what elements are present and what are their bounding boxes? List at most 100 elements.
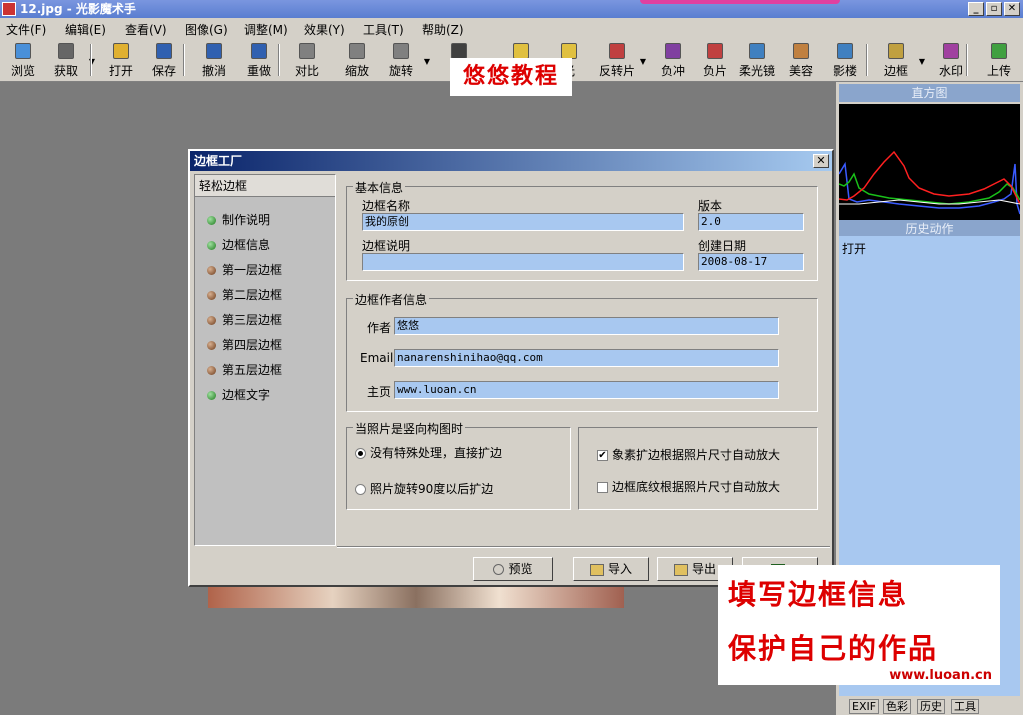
nav-item[interactable]: 边框文字	[207, 387, 270, 403]
nav-item-label: 第四层边框	[222, 338, 283, 352]
toolbar-button-13[interactable]: 负冲	[652, 41, 694, 79]
toolbar-label: 边框	[883, 64, 908, 78]
toolbar-button-14[interactable]: 负片	[694, 41, 736, 79]
toolbar-button-16[interactable]: 美容	[780, 41, 822, 79]
upload-icon	[991, 43, 1007, 59]
toolbar-button-8[interactable]: 旋转 ▼	[380, 41, 430, 79]
version-field[interactable]: 2.0	[698, 213, 804, 231]
nav-item[interactable]: 第四层边框	[207, 337, 282, 353]
nav-item[interactable]: 第三层边框	[207, 312, 282, 328]
toolbar-button-1[interactable]: 获取 ▼	[45, 41, 95, 79]
dialog-close-button[interactable]: ✕	[813, 154, 829, 168]
toolbar-button-12[interactable]: 反转片 ▼	[596, 41, 646, 79]
negative-icon	[665, 43, 681, 59]
import-button[interactable]: 导入	[573, 557, 649, 581]
tab-tools[interactable]: 工具	[951, 699, 979, 714]
author-field[interactable]: 悠悠	[394, 317, 779, 335]
nav-item[interactable]: 制作说明	[207, 212, 270, 228]
button-divider	[337, 546, 830, 548]
histogram-chart	[839, 104, 1020, 222]
nav-item[interactable]: 第二层边框	[207, 287, 282, 303]
histogram-blue	[839, 161, 1020, 215]
portrait-option-group: 当照片是竖向构图时 没有特殊处理，直接扩边 照片旋转90度以后扩边	[346, 420, 571, 510]
negative-film-icon	[707, 43, 723, 59]
dropdown-arrow-icon[interactable]: ▼	[919, 57, 925, 66]
bullet-icon	[207, 266, 216, 275]
create-date-field[interactable]: 2008-08-17	[698, 253, 804, 271]
check-pixel-scale[interactable]: ✔ 象素扩边根据照片尺寸自动放大	[597, 446, 780, 463]
maximize-button[interactable]: ▫	[986, 2, 1002, 16]
nav-item[interactable]: 边框信息	[207, 237, 270, 253]
studio-icon	[837, 43, 853, 59]
close-window-button[interactable]: ✕	[1004, 2, 1020, 16]
menu-image[interactable]: 图像(G)	[185, 21, 228, 38]
basic-info-label: 基本信息	[353, 179, 406, 196]
menu-adjust[interactable]: 调整(M)	[244, 21, 288, 38]
toolbar-button-7[interactable]: 缩放	[336, 41, 378, 79]
toolbar-label: 负片	[702, 64, 727, 78]
border-name-field[interactable]: 我的原创	[362, 213, 684, 231]
toolbar-separator	[183, 44, 185, 76]
nav-item[interactable]: 第五层边框	[207, 362, 282, 378]
nav-item-label: 第三层边框	[222, 313, 283, 327]
toolbar-label: 旋转	[388, 64, 413, 78]
toolbar-button-18[interactable]: 边框 ▼	[875, 41, 925, 79]
tab-exif[interactable]: EXIF	[849, 699, 880, 714]
check-texture-scale[interactable]: 边框底纹根据照片尺寸自动放大	[597, 478, 780, 495]
camera-icon	[58, 43, 74, 59]
toolbar-label: 打开	[108, 64, 133, 78]
crop-icon	[451, 43, 467, 59]
history-item[interactable]: 打开	[842, 240, 866, 257]
menu-edit[interactable]: 编辑(E)	[65, 21, 106, 38]
histogram-svg	[839, 150, 1020, 215]
tab-color[interactable]: 色彩	[883, 699, 911, 714]
toolbar-button-2[interactable]: 打开	[100, 41, 142, 79]
dropdown-arrow-icon[interactable]: ▼	[424, 57, 430, 66]
radio-unselected-icon	[355, 484, 366, 495]
minimize-button[interactable]: _	[968, 2, 984, 16]
toolbar-button-3[interactable]: 保存	[143, 41, 185, 79]
photo-canvas	[208, 584, 624, 608]
menu-file[interactable]: 文件(F)	[6, 21, 46, 38]
toolbar-button-17[interactable]: 影楼	[824, 41, 866, 79]
radio-rotate-extend-label: 照片旋转90度以后扩边	[370, 482, 494, 496]
toolbar-label: 获取	[53, 64, 78, 78]
toolbar-button-5[interactable]: 重做	[238, 41, 280, 79]
border-icon	[888, 43, 904, 59]
exposure-icon	[513, 43, 529, 59]
menu-view[interactable]: 查看(V)	[125, 21, 167, 38]
menu-tools[interactable]: 工具(T)	[363, 21, 404, 38]
toolbar-button-20[interactable]: 上传	[978, 41, 1020, 79]
check-texture-scale-label: 边框底纹根据照片尺寸自动放大	[612, 480, 781, 494]
toolbar-label: 保存	[151, 64, 176, 78]
border-desc-field[interactable]	[362, 253, 684, 271]
toolbar-button-0[interactable]: 浏览	[2, 41, 44, 79]
toolbar-button-6[interactable]: 对比	[286, 41, 328, 79]
toolbar-label: 上传	[986, 64, 1011, 78]
border-name-label: 边框名称	[362, 199, 411, 213]
radio-direct-extend[interactable]: 没有特殊处理，直接扩边	[355, 444, 502, 461]
checkbox-unchecked-icon	[597, 482, 608, 493]
tutorial-banner: 悠悠教程	[450, 58, 572, 96]
check-pixel-scale-label: 象素扩边根据照片尺寸自动放大	[612, 448, 781, 462]
author-label: 作者	[367, 321, 392, 335]
toolbar-button-15[interactable]: 柔光镜	[736, 41, 778, 79]
nav-item[interactable]: 第一层边框	[207, 262, 282, 278]
menu-help[interactable]: 帮助(Z)	[422, 21, 464, 38]
preview-button[interactable]: 预览	[473, 557, 553, 581]
folder-export-icon	[673, 563, 688, 576]
radio-selected-icon	[355, 448, 366, 459]
menu-effects[interactable]: 效果(Y)	[304, 21, 345, 38]
undo-icon	[206, 43, 222, 59]
toolbar-button-4[interactable]: 撤消	[193, 41, 235, 79]
tab-history[interactable]: 历史	[917, 699, 945, 714]
dropdown-arrow-icon[interactable]: ▼	[640, 57, 646, 66]
rotate-icon	[393, 43, 409, 59]
redo-icon	[251, 43, 267, 59]
window-title: 12.jpg - 光影魔术手	[20, 2, 136, 16]
caption-line-2: 保护自己的作品	[728, 632, 939, 665]
histogram-green	[839, 172, 1020, 205]
email-field[interactable]: nanarenshinihao@qq.com	[394, 349, 779, 367]
homepage-field[interactable]: www.luoan.cn	[394, 381, 779, 399]
radio-rotate-extend[interactable]: 照片旋转90度以后扩边	[355, 480, 493, 497]
